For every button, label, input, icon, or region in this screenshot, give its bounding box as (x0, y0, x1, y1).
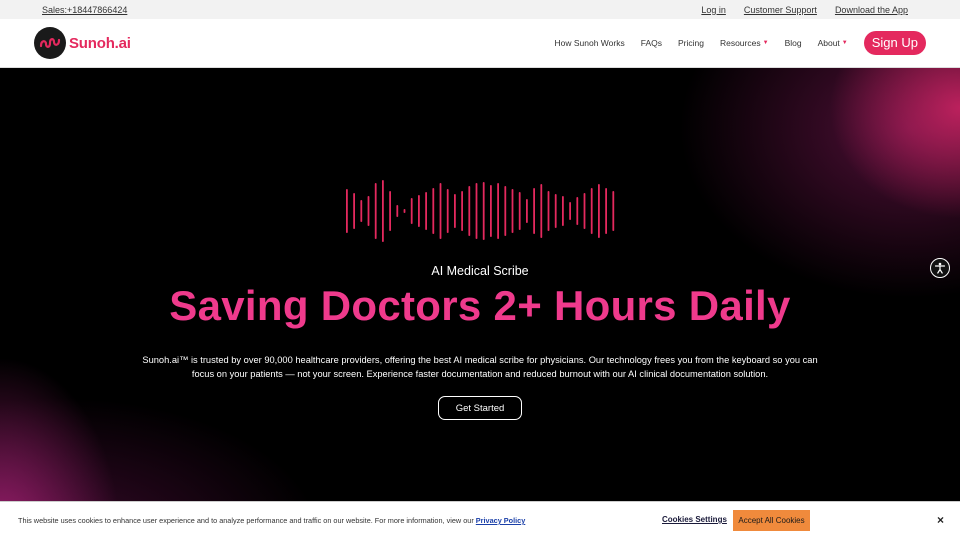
logo-wave-icon (34, 27, 66, 59)
download-app-link[interactable]: Download the App (835, 5, 908, 15)
customer-support-link[interactable]: Customer Support (744, 5, 817, 15)
soundwave-bar (583, 193, 586, 229)
soundwave-bar (374, 183, 377, 239)
sales-phone-link[interactable]: Sales:+18447866424 (42, 5, 127, 15)
nav-menu: How Sunoh Works FAQs Pricing Resources ▼ … (554, 31, 926, 55)
nav-label: How Sunoh Works (554, 38, 625, 48)
nav-label: About (817, 38, 840, 48)
close-icon[interactable]: × (937, 513, 944, 527)
soundwave-bar (504, 186, 507, 236)
cookies-settings-button[interactable]: Cookies Settings (662, 515, 727, 524)
soundwave-bar (612, 191, 615, 231)
sign-up-button[interactable]: Sign Up (863, 31, 926, 55)
soundwave-bar (576, 197, 579, 225)
soundwave-bar (511, 189, 514, 233)
soundwave-bar (389, 191, 391, 231)
soundwave-bar (410, 198, 413, 224)
soundwave-bar (482, 182, 485, 240)
soundwave-bar (382, 180, 384, 242)
soundwave-bar (439, 183, 442, 239)
utility-bar: Sales:+18447866424 Log in Customer Suppo… (0, 0, 960, 19)
login-link[interactable]: Log in (701, 5, 726, 15)
soundwave-bar (468, 186, 471, 236)
accessibility-icon[interactable] (930, 258, 950, 278)
soundwave-bar (518, 192, 521, 230)
main-nav: Sunoh.ai How Sunoh Works FAQs Pricing Re… (0, 19, 960, 68)
soundwave-bar (353, 193, 355, 229)
hero-description: Sunoh.ai™ is trusted by over 90,000 heal… (142, 355, 818, 379)
nav-item-about[interactable]: About ▼ (818, 38, 848, 48)
soundwave-bar (526, 199, 528, 223)
soundwave-graphic (346, 180, 615, 242)
hero-eyebrow: AI Medical Scribe (431, 264, 529, 278)
soundwave-bar (490, 185, 492, 237)
soundwave-bar (432, 188, 435, 234)
caret-down-icon: ▼ (841, 40, 848, 46)
soundwave-bar (396, 205, 399, 217)
cookie-banner: This website uses cookies to enhance use… (0, 501, 960, 540)
soundwave-bar (360, 200, 363, 222)
utility-links: Log in Customer Support Download the App (701, 5, 918, 15)
soundwave-bar (446, 189, 449, 233)
soundwave-bar (605, 188, 607, 234)
soundwave-bar (346, 189, 348, 233)
soundwave-bar (425, 192, 427, 230)
nav-label: Resources (719, 38, 761, 48)
nav-item-blog[interactable]: Blog (785, 38, 802, 48)
nav-item-pricing[interactable]: Pricing (678, 38, 704, 48)
soundwave-bar (497, 183, 499, 239)
soundwave-bar (533, 188, 535, 234)
soundwave-bar (547, 191, 550, 231)
soundwave-bar (403, 209, 406, 213)
soundwave-bar (454, 194, 456, 228)
accept-all-cookies-button[interactable]: Accept All Cookies (733, 510, 810, 531)
hero-section: AI Medical Scribe Saving Doctors 2+ Hour… (0, 68, 960, 540)
cookie-text: This website uses cookies to enhance use… (18, 516, 474, 525)
nav-label: Blog (784, 38, 802, 48)
hero-headline: Saving Doctors 2+ Hours Daily (169, 282, 791, 329)
soundwave-bar (590, 188, 593, 234)
soundwave-bar (418, 195, 420, 227)
logo[interactable]: Sunoh.ai (34, 27, 131, 59)
soundwave-bar (598, 184, 600, 238)
soundwave-bar (475, 183, 478, 239)
soundwave-bar (569, 202, 571, 220)
cookie-message: This website uses cookies to enhance use… (18, 516, 538, 526)
logo-text: Sunoh.ai (69, 34, 131, 52)
soundwave-bar (367, 196, 370, 226)
nav-item-resources[interactable]: Resources ▼ (720, 38, 769, 48)
soundwave-bar (562, 196, 564, 226)
nav-label: Pricing (677, 38, 704, 48)
nav-item-how-sunoh-works[interactable]: How Sunoh Works (554, 38, 624, 48)
nav-label: FAQs (640, 38, 662, 48)
soundwave-bar (540, 184, 543, 238)
soundwave-bar (554, 194, 557, 228)
get-started-button[interactable]: Get Started (438, 396, 522, 420)
nav-item-faqs[interactable]: FAQs (641, 38, 662, 48)
privacy-policy-link[interactable]: Privacy Policy (476, 516, 526, 525)
soundwave-bar (461, 191, 463, 231)
caret-down-icon: ▼ (762, 40, 769, 46)
